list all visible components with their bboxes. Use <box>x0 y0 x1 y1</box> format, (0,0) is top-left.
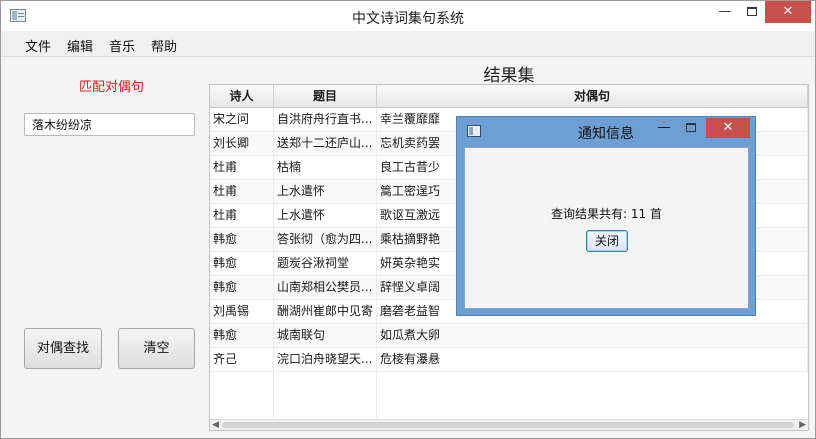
cell-title: 上水遣怀 <box>274 204 377 228</box>
cell-poet: 杜甫 <box>210 156 274 180</box>
scroll-right-icon[interactable]: ▶ <box>799 420 806 430</box>
cell-title: 送郑十二还庐山... <box>274 132 377 156</box>
cell-couplet: 如瓜煮大卵 <box>377 324 808 348</box>
menu-bar: 文件 编辑 音乐 帮助 <box>1 31 815 57</box>
column-header-couplet[interactable]: 对偶句 <box>377 85 808 108</box>
menu-help[interactable]: 帮助 <box>151 36 177 55</box>
cell-poet: 齐己 <box>210 348 274 372</box>
dialog-close-button[interactable]: 关闭 <box>586 230 628 252</box>
dialog-title-bar: 通知信息 — ✕ <box>457 117 755 146</box>
cell-title: 上水遣怀 <box>274 180 377 204</box>
cell-poet: 韩愈 <box>210 228 274 252</box>
column-header-poet[interactable]: 诗人 <box>210 85 274 108</box>
title-bar: 中文诗词集句系统 — ✕ <box>1 1 815 31</box>
clear-button[interactable]: 清空 <box>118 328 195 369</box>
close-button[interactable]: ✕ <box>765 1 811 23</box>
window-title: 中文诗词集句系统 <box>352 11 464 27</box>
dialog-body: 查询结果共有: 11 首 关闭 <box>464 147 749 309</box>
maximize-icon <box>686 123 696 132</box>
main-window: 中文诗词集句系统 — ✕ 文件 编辑 音乐 帮助 匹配对偶句 对偶查找 清空 结… <box>0 0 816 439</box>
cell-title: 枯楠 <box>274 156 377 180</box>
maximize-button[interactable] <box>738 1 766 23</box>
notification-dialog: 通知信息 — ✕ 查询结果共有: 11 首 关闭 <box>456 116 756 316</box>
cell-poet: 韩愈 <box>210 276 274 300</box>
dialog-maximize-button[interactable] <box>681 120 701 135</box>
cell-poet: 韩愈 <box>210 252 274 276</box>
scroll-left-icon[interactable]: ◀ <box>212 420 219 430</box>
column-header-title[interactable]: 题目 <box>274 85 377 108</box>
menu-file[interactable]: 文件 <box>25 36 51 55</box>
minimize-button[interactable]: — <box>711 1 739 23</box>
table-row[interactable]: 韩愈 城南联句 如瓜煮大卵 <box>210 324 808 348</box>
verse-input[interactable] <box>24 113 195 136</box>
table-header: 诗人 题目 对偶句 <box>210 85 808 108</box>
cell-title: 浣口泊舟晓望天... <box>274 348 377 372</box>
match-label: 匹配对偶句 <box>79 80 145 95</box>
dialog-minimize-button[interactable]: — <box>654 120 674 135</box>
cell-title: 答张彻（愈为四... <box>274 228 377 252</box>
cell-title: 城南联句 <box>274 324 377 348</box>
cell-poet: 杜甫 <box>210 204 274 228</box>
result-title: 结果集 <box>483 66 535 86</box>
cell-poet: 刘禹锡 <box>210 300 274 324</box>
cell-poet: 杜甫 <box>210 180 274 204</box>
table-row[interactable]: 齐己 浣口泊舟晓望天... 危棱有瀑悬 <box>210 348 808 372</box>
horizontal-scrollbar[interactable]: ◀ ▶ <box>210 419 808 430</box>
cell-poet: 韩愈 <box>210 324 274 348</box>
menu-music[interactable]: 音乐 <box>109 36 135 55</box>
cell-title: 题炭谷湫祠堂 <box>274 252 377 276</box>
scroll-thumb[interactable] <box>222 422 794 428</box>
cell-poet: 宋之问 <box>210 108 274 132</box>
search-button[interactable]: 对偶查找 <box>24 328 102 369</box>
cell-title: 自洪府舟行直书... <box>274 108 377 132</box>
dialog-close-icon-button[interactable]: ✕ <box>706 118 750 138</box>
dialog-message: 查询结果共有: 11 首 <box>551 207 662 221</box>
cell-poet: 刘长卿 <box>210 132 274 156</box>
cell-title: 山南郑相公樊员... <box>274 276 377 300</box>
cell-title: 酬湖州崔郎中见寄 <box>274 300 377 324</box>
menu-edit[interactable]: 编辑 <box>67 36 93 55</box>
cell-couplet: 危棱有瀑悬 <box>377 348 808 372</box>
maximize-icon <box>747 7 757 16</box>
